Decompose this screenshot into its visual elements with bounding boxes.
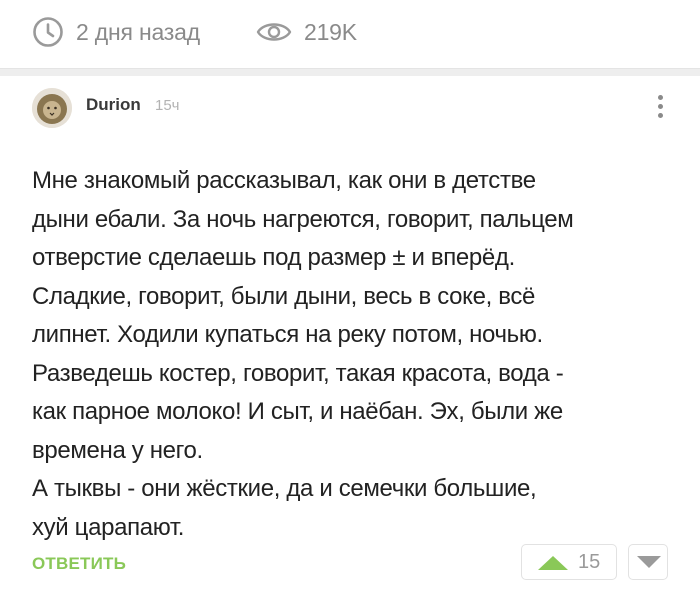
comment-line: Сладкие, говорит, были дыни, весь в соке…	[32, 282, 535, 310]
triangle-up-icon[interactable]	[538, 556, 568, 575]
comment-age: 15ч	[155, 97, 180, 114]
post-meta-bar: 2 дня назад 219K	[0, 0, 700, 68]
comment-text: Мне знакомый рассказывал, как они в детс…	[32, 162, 672, 547]
clock-icon	[32, 16, 64, 48]
section-divider	[0, 68, 700, 76]
comment-line: как парное молоко! И сыт, и наёбан. Эх, …	[32, 398, 563, 425]
comment-line: дыни ебали. За ночь нагреются, говорит, …	[32, 205, 574, 233]
comment-line: отверстие сделаешь под размер ± и вперёд…	[32, 244, 515, 271]
comment-line: Мне знакомый рассказывал, как они в детс…	[32, 167, 536, 194]
rating-box: 15	[521, 544, 617, 580]
comment-line: хуй царапают.	[32, 513, 185, 541]
comment-line: А тыквы - они жёсткие, да и семечки боль…	[32, 475, 537, 502]
comment: Durion 15ч Мне знакомый рассказывал, как…	[0, 76, 700, 615]
rating-count: 15	[578, 551, 601, 573]
reply-button[interactable]: ОТВЕТИТЬ	[32, 554, 126, 574]
post-time: 2 дня назад	[32, 12, 200, 52]
post-views-count: 219K	[304, 18, 357, 45]
downvote-button[interactable]	[628, 544, 668, 580]
post-views: 219K	[256, 12, 357, 52]
comment-line: липнет. Ходили купаться на реку потом, н…	[32, 321, 543, 348]
eye-icon	[256, 18, 292, 46]
comment-line: Разведешь костер, говорит, такая красота…	[32, 359, 564, 387]
post-time-text: 2 дня назад	[76, 18, 200, 45]
comment-author[interactable]: Durion	[86, 95, 141, 115]
vertical-dots-icon[interactable]	[652, 92, 668, 126]
lion-avatar[interactable]	[32, 88, 72, 128]
comment-line: времена у него.	[32, 436, 203, 464]
